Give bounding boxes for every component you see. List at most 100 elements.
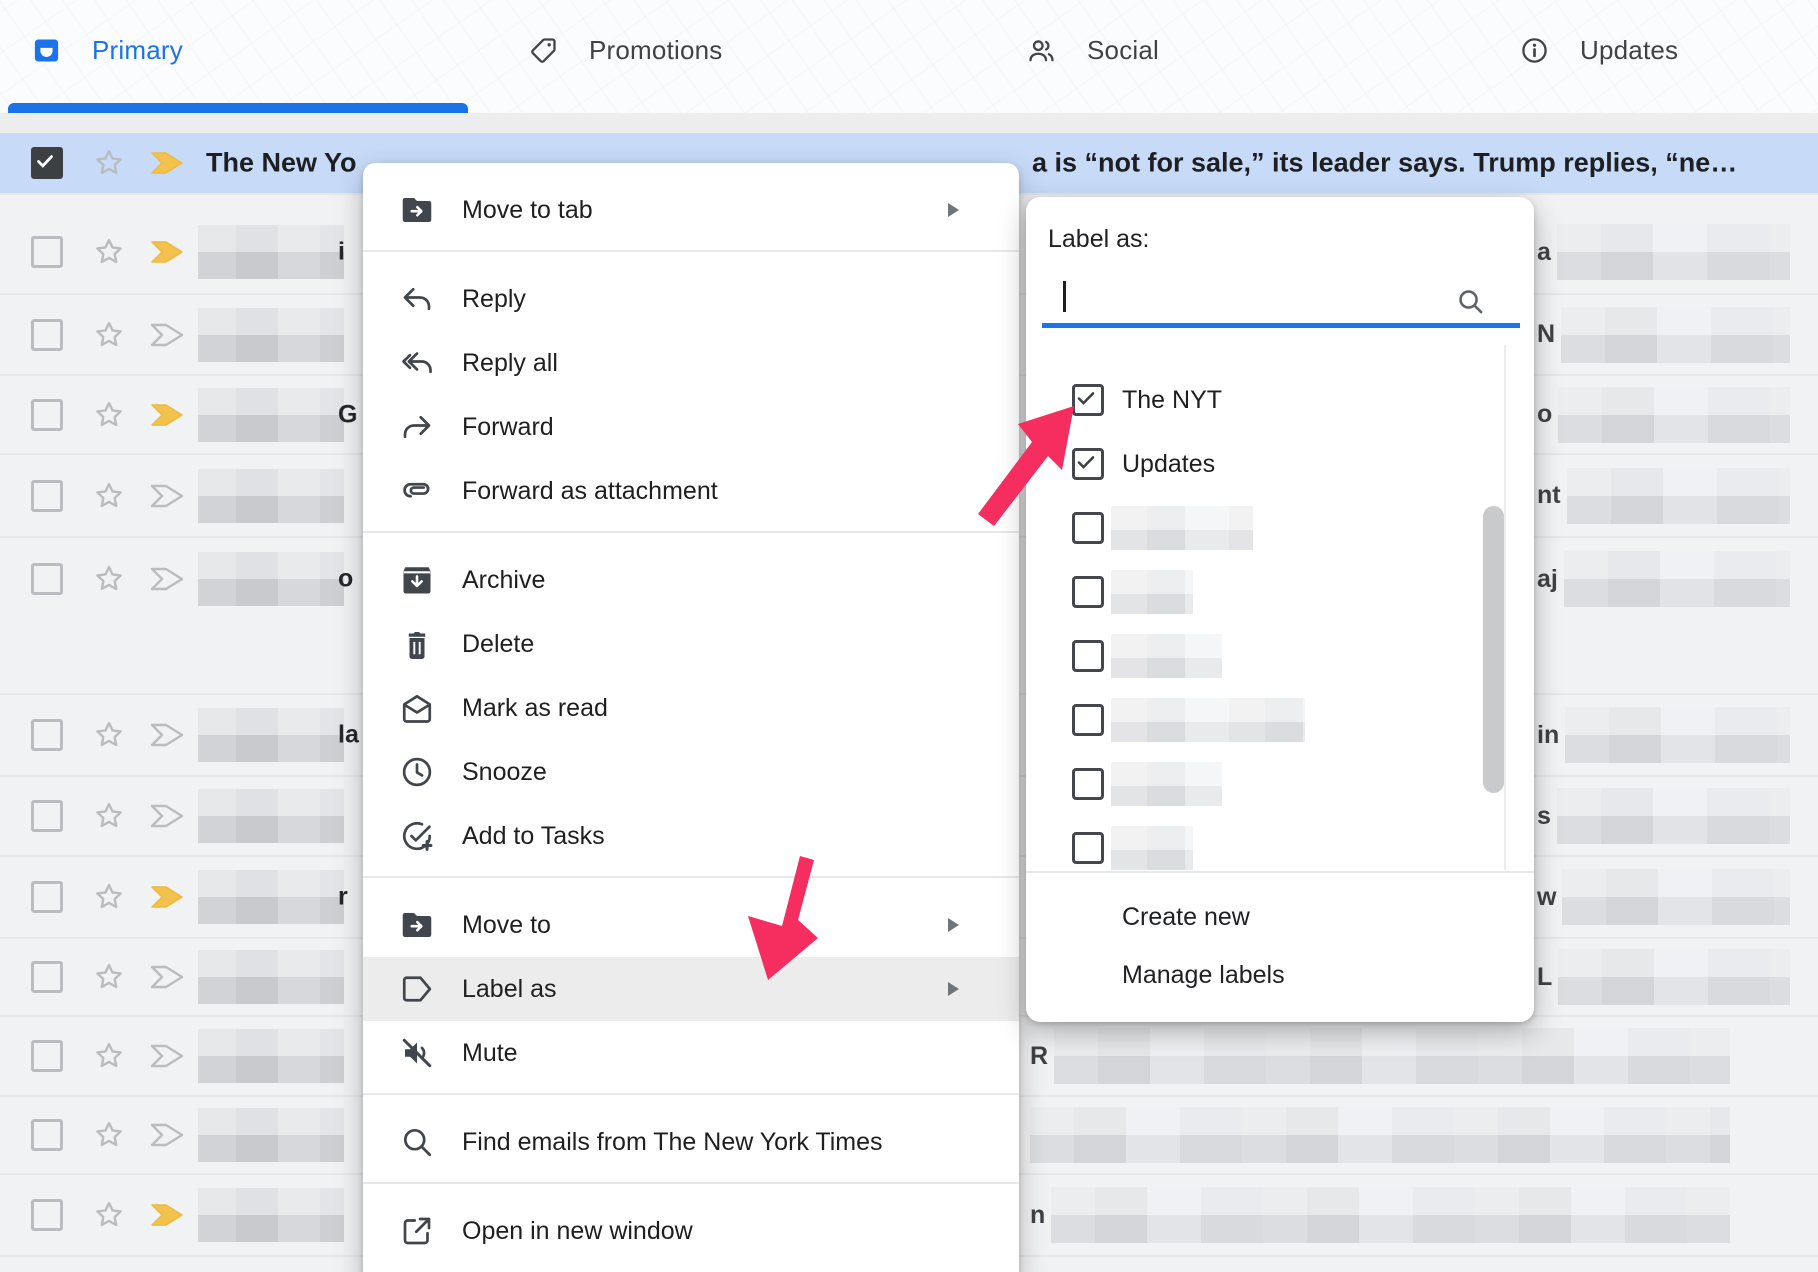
label-action-manage-labels[interactable]: Manage labels xyxy=(1122,947,1285,1003)
label-item-the-nyt[interactable]: The NYT xyxy=(1026,368,1534,432)
star-icon[interactable] xyxy=(92,718,126,752)
tab-label: Updates xyxy=(1580,35,1678,66)
label-checkbox[interactable] xyxy=(1072,832,1104,864)
label-item-redacted[interactable] xyxy=(1026,496,1534,560)
star-icon[interactable] xyxy=(92,1118,126,1152)
label-checkbox[interactable] xyxy=(1072,448,1104,480)
tab-social[interactable]: Social xyxy=(1026,0,1159,100)
label-item-updates[interactable]: Updates xyxy=(1026,432,1534,496)
subject-blur-block xyxy=(1561,307,1790,363)
menu-item-snooze[interactable]: Snooze xyxy=(363,740,1019,804)
importance-marker-important-icon[interactable] xyxy=(148,238,186,266)
row-checkbox[interactable] xyxy=(31,399,63,431)
importance-marker-important-icon[interactable] xyxy=(148,1201,186,1229)
menu-item-open-in-new-window[interactable]: Open in new window xyxy=(363,1199,1019,1263)
importance-marker-important-icon[interactable] xyxy=(148,401,186,429)
row-checkbox[interactable] xyxy=(31,563,63,595)
menu-item-add-to-tasks[interactable]: Add to Tasks xyxy=(363,804,1019,868)
importance-marker-icon[interactable] xyxy=(148,482,186,510)
tab-updates[interactable]: Updates xyxy=(1519,0,1678,100)
star-icon[interactable] xyxy=(92,880,126,914)
label-item-redacted[interactable] xyxy=(1026,752,1534,816)
tab-label: Social xyxy=(1087,35,1159,66)
importance-marker-icon[interactable] xyxy=(148,1042,186,1070)
star-icon[interactable] xyxy=(92,562,126,596)
menu-item-label-as[interactable]: Label as xyxy=(363,957,1019,1021)
menu-item-mute[interactable]: Mute xyxy=(363,1021,1019,1085)
star-icon[interactable] xyxy=(92,799,126,833)
row-checkbox[interactable] xyxy=(31,319,63,351)
label-name-blur xyxy=(1111,506,1253,550)
importance-marker-icon[interactable] xyxy=(148,721,186,749)
label-item-redacted[interactable] xyxy=(1026,624,1534,688)
label-name: The NYT xyxy=(1122,386,1222,415)
row-checkbox[interactable] xyxy=(31,881,63,913)
sender-blur-block xyxy=(198,1188,344,1242)
label-checkbox[interactable] xyxy=(1072,576,1104,608)
row-checkbox[interactable] xyxy=(31,800,63,832)
row-checkbox[interactable] xyxy=(31,1119,63,1151)
row-checkbox[interactable] xyxy=(31,1040,63,1072)
star-icon[interactable] xyxy=(92,318,126,352)
star-icon[interactable] xyxy=(92,146,126,180)
star-icon[interactable] xyxy=(92,479,126,513)
sender-blur-block xyxy=(198,552,344,606)
row-checkbox[interactable] xyxy=(31,480,63,512)
importance-marker-icon[interactable] xyxy=(148,149,186,177)
reply-all-icon xyxy=(399,345,435,381)
label-checkbox[interactable] xyxy=(1072,704,1104,736)
row-checkbox[interactable] xyxy=(31,719,63,751)
star-icon[interactable] xyxy=(92,1039,126,1073)
menu-item-delete[interactable]: Delete xyxy=(363,612,1019,676)
label-checkbox[interactable] xyxy=(1072,512,1104,544)
label-icon xyxy=(399,971,435,1007)
forward-icon xyxy=(399,409,435,445)
menu-item-reply-all[interactable]: Reply all xyxy=(363,331,1019,395)
label-list-scrollbar-thumb[interactable] xyxy=(1483,506,1504,793)
label-checkbox[interactable] xyxy=(1072,640,1104,672)
label-search-input[interactable] xyxy=(1048,277,1472,323)
toolbar-strip xyxy=(0,113,1818,133)
subject-blur-block xyxy=(1558,387,1790,443)
menu-item-find-emails-from-the-new-york-times[interactable]: Find emails from The New York Times xyxy=(363,1110,1019,1174)
importance-marker-icon[interactable] xyxy=(148,321,186,349)
importance-marker-icon[interactable] xyxy=(148,1121,186,1149)
menu-item-forward[interactable]: Forward xyxy=(363,395,1019,459)
star-icon[interactable] xyxy=(92,1198,126,1232)
primary-tab-icon xyxy=(31,35,62,66)
menu-divider xyxy=(363,250,1019,252)
row-checkbox[interactable] xyxy=(31,236,63,268)
star-icon[interactable] xyxy=(92,235,126,269)
star-icon[interactable] xyxy=(92,398,126,432)
tab-label: Promotions xyxy=(589,35,723,66)
the-nyt-label-checkbox[interactable] xyxy=(1072,384,1104,416)
subject-text-fragment: in xyxy=(1537,721,1559,750)
menu-item-mark-as-read[interactable]: Mark as read xyxy=(363,676,1019,740)
row-checkbox[interactable] xyxy=(31,1199,63,1231)
sender-text-fragment: o xyxy=(338,565,353,594)
label-name-blur xyxy=(1111,762,1222,806)
label-item-redacted[interactable] xyxy=(1026,560,1534,624)
label-search-field[interactable] xyxy=(1042,277,1520,327)
importance-marker-icon[interactable] xyxy=(148,565,186,593)
tab-label: Primary xyxy=(92,35,183,66)
importance-marker-icon[interactable] xyxy=(148,963,186,991)
label-checkbox[interactable] xyxy=(1072,768,1104,800)
menu-item-move-to-tab[interactable]: Move to tab xyxy=(363,178,1019,242)
label-action-create-new[interactable]: Create new xyxy=(1122,889,1250,945)
sender-blur-block xyxy=(198,225,344,279)
tab-primary[interactable]: Primary xyxy=(31,0,183,100)
menu-item-forward-as-attachment[interactable]: Forward as attachment xyxy=(363,459,1019,523)
label-item-redacted[interactable] xyxy=(1026,688,1534,752)
menu-item-move-to[interactable]: Move to xyxy=(363,893,1019,957)
label-item-redacted[interactable] xyxy=(1026,816,1534,871)
menu-item-archive[interactable]: Archive xyxy=(363,548,1019,612)
menu-item-reply[interactable]: Reply xyxy=(363,267,1019,331)
reply-icon xyxy=(399,281,435,317)
row-checkbox[interactable] xyxy=(31,961,63,993)
star-icon[interactable] xyxy=(92,960,126,994)
importance-marker-icon[interactable] xyxy=(148,802,186,830)
tab-promotions[interactable]: Promotions xyxy=(528,0,723,100)
row-checkbox-checked[interactable] xyxy=(31,147,63,179)
importance-marker-important-icon[interactable] xyxy=(148,883,186,911)
